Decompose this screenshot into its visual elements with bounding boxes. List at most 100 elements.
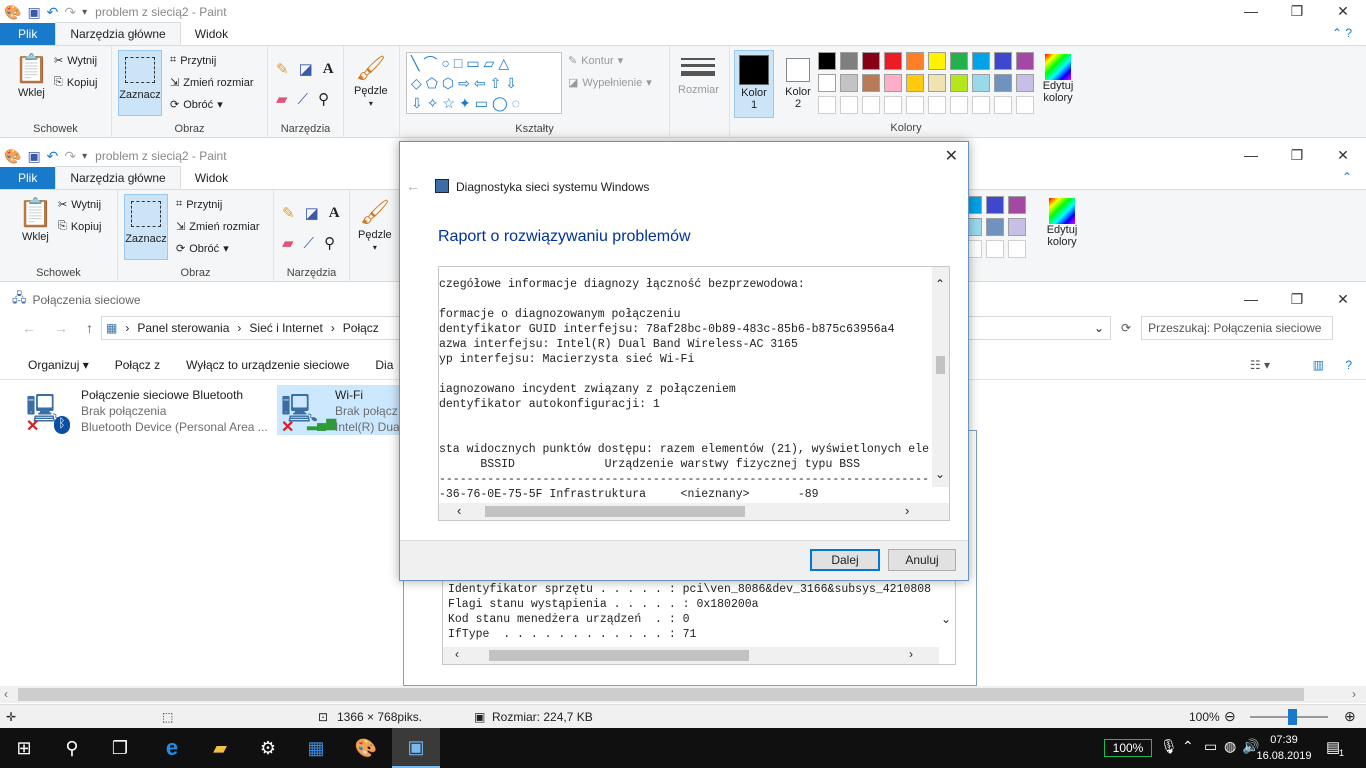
tab-view[interactable]: Widok	[181, 23, 242, 45]
back-arrow-icon[interactable]: ←	[406, 178, 420, 194]
magnifier-icon[interactable]: ⚲	[324, 234, 335, 252]
horizontal-scrollbar[interactable]: ‹ ›	[443, 647, 939, 664]
custom-color-swatch[interactable]	[884, 96, 902, 114]
next-button[interactable]: Dalej	[810, 549, 880, 571]
color-swatch[interactable]	[1008, 218, 1026, 236]
scroll-thumb[interactable]	[18, 688, 1304, 701]
color-swatch[interactable]	[972, 74, 990, 92]
clock[interactable]: 07:39 16.08.2019	[1256, 732, 1312, 764]
zoom-out-icon[interactable]: ⊖	[1224, 708, 1236, 725]
size-button[interactable]: Rozmiar	[678, 54, 719, 96]
help-icon[interactable]: ?	[1345, 358, 1352, 372]
horizontal-scrollbar[interactable]: ‹ ›	[439, 503, 949, 520]
shapes-gallery[interactable]: ╲⌒○□▭▱△ ◇⬠⬡⇨⇦⇧⇩ ⇩✧☆✦▭◯◌	[406, 52, 562, 114]
color-swatch[interactable]	[986, 218, 1004, 236]
custom-color-swatch[interactable]	[928, 96, 946, 114]
undo-icon[interactable]: ↶	[47, 148, 59, 165]
zoom-in-icon[interactable]: ⊕	[1344, 708, 1356, 725]
chevron-left-icon[interactable]: ‹	[457, 503, 461, 518]
chevron-left-icon[interactable]: ‹	[4, 687, 8, 701]
rotate-button[interactable]: ⟳ Obróć ▾	[170, 98, 223, 112]
chevron-up-icon[interactable]: ⌃	[1182, 738, 1194, 755]
start-windows-icon[interactable]: ⊞	[0, 728, 48, 768]
close-button[interactable]: ✕	[1320, 288, 1366, 310]
paint-taskbar-icon[interactable]: 🎨	[342, 728, 390, 768]
task-view-icon[interactable]: ❐	[96, 728, 144, 768]
help-icon[interactable]: ⌃ ?	[1332, 26, 1352, 40]
color-swatch[interactable]	[862, 52, 880, 70]
maximize-button[interactable]: ❐	[1274, 144, 1320, 166]
control-panel-icon[interactable]: ▦	[292, 728, 340, 768]
close-button[interactable]: ✕	[1320, 144, 1366, 166]
chevron-down-icon[interactable]: ⌄	[941, 612, 951, 626]
color-swatch[interactable]	[840, 52, 858, 70]
custom-color-swatch[interactable]	[1008, 240, 1026, 258]
outline-button[interactable]: ✎ Kontur ▾	[568, 54, 623, 68]
color1-button[interactable]: Kolor 1	[734, 50, 774, 118]
magnifier-icon[interactable]: ⚲	[318, 90, 329, 108]
crop-button[interactable]: ⌗ Przytnij	[176, 198, 222, 211]
battery-indicator[interactable]: 100%	[1104, 739, 1152, 757]
forward-arrow-icon[interactable]: →	[54, 320, 68, 336]
minimize-button[interactable]: —	[1228, 144, 1274, 166]
chevron-up-icon[interactable]: ⌃	[935, 277, 945, 291]
resize-button[interactable]: ⇲ Zmień rozmiar	[176, 220, 260, 234]
tab-file[interactable]: Plik	[0, 167, 56, 189]
search-icon[interactable]: ⚲	[48, 728, 96, 768]
color-swatch[interactable]	[928, 74, 946, 92]
cut-button[interactable]: ✂ Wytnij	[54, 54, 97, 68]
edit-colors-button[interactable]: Edytuj kolory	[1044, 198, 1080, 248]
close-button[interactable]: ✕	[1320, 0, 1366, 22]
edge-browser-icon[interactable]: e	[148, 728, 196, 768]
copy-button[interactable]: ⎘ Kopiuj	[58, 220, 101, 233]
color-picker-icon[interactable]: ⟋	[298, 91, 309, 108]
preview-pane-icon[interactable]: ▥	[1313, 358, 1324, 372]
chevron-down-icon[interactable]: ⌄	[1094, 321, 1104, 335]
custom-color-swatch[interactable]	[818, 96, 836, 114]
canvas-horizontal-scrollbar[interactable]: ‹ ›	[0, 686, 1366, 703]
breadcrumb-item[interactable]: Sieć i Internet	[249, 321, 322, 335]
custom-color-swatch[interactable]	[862, 96, 880, 114]
redo-icon[interactable]: ↷	[64, 4, 76, 21]
color-swatch[interactable]	[884, 74, 902, 92]
chevron-right-icon[interactable]: ›	[909, 647, 913, 661]
eraser-icon[interactable]: ▰	[282, 234, 294, 252]
chevron-down-icon[interactable]: ⌄	[935, 467, 945, 481]
cancel-button[interactable]: Anuluj	[888, 549, 956, 571]
text-icon[interactable]: A	[329, 205, 340, 222]
rotate-button[interactable]: ⟳ Obróć ▾	[176, 242, 229, 256]
maximize-button[interactable]: ❐	[1274, 288, 1320, 310]
settings-gear-icon[interactable]: ⚙	[244, 728, 292, 768]
color2-button[interactable]: Kolor 2	[778, 50, 818, 118]
save-icon[interactable]: ▣	[27, 4, 40, 21]
search-input[interactable]: Przeszukaj: Połączenia sieciowe	[1141, 316, 1334, 340]
tab-view[interactable]: Widok	[181, 167, 242, 189]
quick-access-dropdown-icon[interactable]: ▾	[82, 151, 87, 162]
color-swatch[interactable]	[906, 74, 924, 92]
brushes-button[interactable]: 🖌 Pędzle ▾	[354, 54, 388, 108]
eraser-icon[interactable]: ▰	[276, 90, 288, 108]
view-options-icon[interactable]: ☷ ▾	[1250, 358, 1270, 372]
select-button[interactable]: Zaznacz	[118, 50, 162, 116]
fill-button[interactable]: ◪ Wypełnienie ▾	[568, 76, 652, 90]
bluetooth-connection-item[interactable]: 🖳 ✕ ᛒ Połączenie sieciowe Bluetooth Brak…	[24, 386, 274, 436]
tab-home[interactable]: Narzędzia główne	[55, 22, 181, 45]
resize-button[interactable]: ⇲ Zmień rozmiar	[170, 76, 254, 90]
file-explorer-icon[interactable]: ▰	[196, 728, 244, 768]
wifi-connection-item[interactable]: 🖳 ✕ ▂▄▆ Wi-Fi Brak połącz Intel(R) Dual	[277, 385, 407, 436]
diagnostics-taskbar-icon[interactable]: ▣	[392, 728, 440, 768]
zoom-slider-thumb[interactable]	[1288, 709, 1297, 725]
color-swatch[interactable]	[818, 74, 836, 92]
color-swatch[interactable]	[818, 52, 836, 70]
disable-device-button[interactable]: Wyłącz to urządzenie sieciowe	[173, 358, 362, 372]
color-swatch[interactable]	[884, 52, 902, 70]
paste-button[interactable]: 📋 Wklej	[14, 52, 49, 99]
quick-access-dropdown-icon[interactable]: ▾	[82, 7, 87, 18]
color-picker-icon[interactable]: ⟋	[304, 235, 315, 252]
color-swatch[interactable]	[1016, 74, 1034, 92]
breadcrumb-item[interactable]: Panel sterowania	[137, 321, 229, 335]
scroll-thumb[interactable]	[936, 356, 945, 374]
brushes-button[interactable]: 🖌 Pędzle ▾	[358, 198, 392, 252]
connect-button[interactable]: Połącz z	[102, 358, 173, 372]
custom-color-swatch[interactable]	[1016, 96, 1034, 114]
